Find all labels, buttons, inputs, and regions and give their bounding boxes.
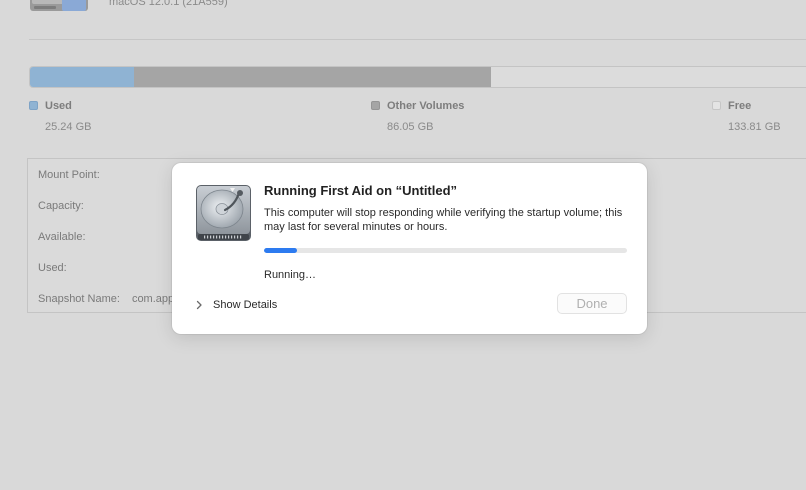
capacity-bar — [29, 66, 806, 88]
divider — [29, 39, 806, 40]
show-details-disclosure[interactable]: Show Details — [194, 297, 277, 313]
chevron-right-icon — [196, 300, 202, 310]
capacity-used-segment — [30, 67, 134, 87]
legend-other-label: Other Volumes — [387, 100, 465, 112]
legend-other-value: 86.05 GB — [387, 121, 434, 133]
legend-free-swatch — [712, 101, 721, 110]
available-row: Available: — [38, 231, 86, 243]
show-details-label: Show Details — [213, 299, 278, 311]
mount-point-row: Mount Point: — [38, 169, 100, 181]
legend-free: Free 133.81 GB — [712, 100, 781, 133]
legend-free-label: Free — [728, 100, 752, 112]
os-version-label: macOS 12.0.1 (21A559) — [109, 0, 228, 8]
snapshot-name-label: Snapshot Name: — [38, 293, 120, 305]
dialog-title: Running First Aid on “Untitled” — [264, 183, 458, 198]
snapshot-name-value: com.app — [131, 293, 175, 305]
first-aid-sheet: Running First Aid on “Untitled” This com… — [172, 163, 647, 334]
dialog-message: This computer will stop responding while… — [264, 207, 623, 233]
legend-free-value: 133.81 GB — [728, 121, 781, 133]
legend-used-value: 25.24 GB — [45, 121, 92, 133]
used-row: Used: — [38, 262, 67, 274]
progress-bar-fill — [264, 248, 297, 253]
capacity-other-segment — [134, 67, 491, 87]
legend-used: Used 25.24 GB — [29, 100, 91, 133]
disk-thumbnail-icon — [30, 0, 88, 11]
mount-point-label: Mount Point: — [38, 169, 100, 181]
progress-bar — [264, 248, 627, 253]
capacity-row: Capacity: — [38, 200, 84, 212]
used-label: Used: — [38, 262, 67, 274]
capacity-label: Capacity: — [38, 200, 84, 212]
status-text: Running… — [264, 269, 316, 281]
hard-drive-icon — [196, 185, 251, 241]
snapshot-name-row: Snapshot Name: com.app — [38, 293, 174, 305]
available-label: Available: — [38, 231, 86, 243]
legend-other-volumes: Other Volumes 86.05 GB — [371, 100, 464, 133]
legend-used-label: Used — [45, 100, 72, 112]
disk-utility-window: macOS 12.0.1 (21A559) Used 25.24 GB Othe… — [0, 0, 806, 490]
done-button[interactable]: Done — [557, 293, 627, 314]
legend-other-swatch — [371, 101, 380, 110]
legend-used-swatch — [29, 101, 38, 110]
